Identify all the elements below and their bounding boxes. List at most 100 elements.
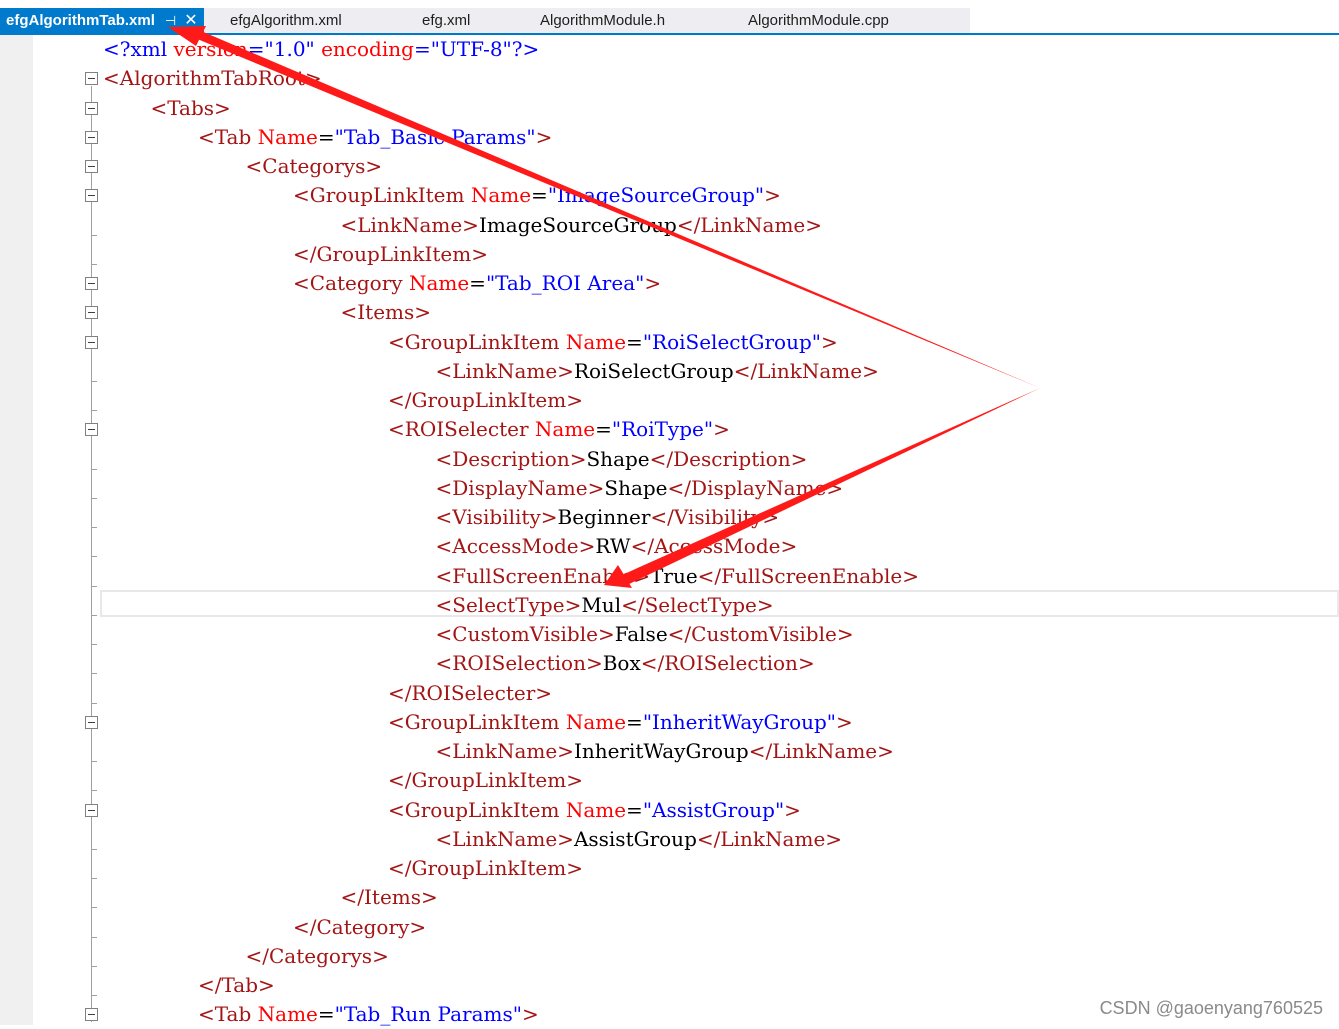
code-line[interactable]: <LinkName>ImageSourceGroup</LinkName> [341, 211, 823, 240]
tab-label: AlgorithmModule.h [540, 12, 666, 29]
outline-tick [91, 848, 97, 850]
code-line[interactable]: <?xml version="1.0" encoding="UTF-8"?> [103, 35, 539, 64]
code-line[interactable]: <AlgorithmTabRoot> [103, 64, 322, 93]
code-line[interactable]: <LinkName>InheritWayGroup</LinkName> [436, 737, 894, 766]
collapse-icon[interactable] [85, 277, 98, 290]
collapse-icon[interactable] [85, 160, 98, 173]
code-line[interactable]: <SelectType>Mul</SelectType> [436, 591, 774, 620]
code-line[interactable]: <Description>Shape</Description> [436, 445, 808, 474]
xml-bracket: </ [697, 563, 722, 588]
xml-editor[interactable]: <?xml version="1.0" encoding="UTF-8"?> <A… [33, 35, 1339, 1027]
code-line[interactable]: </Categorys> [246, 942, 389, 971]
tab-efgalgorithmtab-xml[interactable]: efgAlgorithmTab.xml ⊣ ✕ [0, 8, 204, 33]
xml-bracket: < [435, 475, 453, 500]
code-line[interactable]: <FullScreenEnable>True</FullScreenEnable… [436, 562, 919, 591]
xml-bracket: </ [388, 388, 412, 412]
xml-bracket: </ [667, 622, 692, 646]
code-line[interactable]: <AccessMode>RW</AccessMode> [436, 532, 798, 561]
collapse-icon[interactable] [85, 306, 98, 320]
collapse-icon[interactable] [85, 423, 98, 437]
code-line[interactable]: <Items> [341, 298, 432, 327]
xml-bracket: </ [388, 680, 412, 705]
code-line[interactable]: <Tab Name="Tab_Basic Params"> [198, 123, 552, 152]
code-line[interactable]: </GroupLinkItem> [388, 386, 583, 415]
xml-tag-name: GroupLinkItem [316, 241, 472, 266]
xml-bracket: > [578, 534, 596, 559]
xml-bracket: > [304, 66, 322, 91]
close-icon[interactable]: ✕ [184, 8, 197, 33]
xml-tag-name: Categorys [262, 154, 366, 178]
collapse-icon[interactable] [85, 130, 98, 144]
xml-attribute: encoding [321, 37, 414, 61]
xml-tag-name: LinkName [700, 212, 806, 237]
xml-text: Shape [586, 446, 650, 471]
collapse-icon[interactable] [85, 189, 98, 203]
outline-tick [91, 380, 97, 382]
code-line[interactable]: <Tabs> [151, 94, 231, 123]
code-line[interactable]: </Category> [293, 913, 426, 942]
code-line[interactable]: <CustomVisible>False</CustomVisible> [436, 620, 854, 649]
code-line[interactable]: <DisplayName>Shape</DisplayName> [436, 474, 844, 503]
code-line[interactable]: </ROISelecter> [388, 679, 552, 708]
tab-algorithmmodule-h[interactable]: AlgorithmModule.h [540, 8, 665, 33]
code-line[interactable]: <LinkName>RoiSelectGroup</LinkName> [436, 357, 879, 386]
xml-bracket: < [435, 651, 453, 676]
xml-equals: = [595, 417, 612, 442]
xml-bracket: </ [630, 534, 655, 559]
xml-bracket: </ [640, 651, 665, 676]
code-line[interactable]: <GroupLinkItem Name="RoiSelectGroup"> [388, 328, 838, 357]
code-line[interactable]: </GroupLinkItem> [293, 240, 488, 269]
xml-text: Mul [581, 592, 622, 617]
code-line[interactable]: <GroupLinkItem Name="AssistGroup"> [388, 796, 801, 825]
xml-tag-name: LinkName [720, 826, 826, 851]
code-line[interactable]: <ROISelecter Name="RoiType"> [388, 415, 730, 444]
code-line[interactable]: <Categorys> [246, 152, 383, 181]
xml-bracket: </ [621, 592, 645, 617]
xml-tag-name: Tab [214, 1002, 252, 1027]
xml-bracket: > [421, 885, 438, 910]
outline-tick [91, 907, 97, 909]
collapse-icon[interactable] [85, 803, 98, 817]
xml-tag-name: Items [364, 885, 422, 910]
xml-bracket: </ [649, 446, 674, 471]
xml-tag-name: DisplayName [691, 475, 827, 500]
xml-tag-name: ROISelection [452, 651, 586, 676]
code-line[interactable]: <Category Name="Tab_ROI Area"> [293, 269, 661, 298]
collapse-icon[interactable] [85, 1008, 98, 1022]
code-line[interactable]: </Tab> [198, 971, 275, 1000]
xml-attribute: Name [408, 271, 470, 295]
xml-bracket: > [762, 505, 780, 529]
editor-margin [0, 35, 33, 1025]
collapse-icon[interactable] [85, 101, 98, 115]
code-line[interactable]: </GroupLinkItem> [388, 766, 583, 795]
xml-bracket: > [587, 475, 605, 500]
xml-bracket: < [388, 417, 405, 442]
code-line[interactable]: <GroupLinkItem Name="ImageSourceGroup"> [293, 181, 781, 210]
code-line[interactable]: </Items> [341, 883, 438, 912]
xml-tag-name: ROISelecter [411, 680, 536, 705]
code-line[interactable]: <Visibility>Beginner</Visibility> [436, 503, 780, 532]
tab-efg-xml[interactable]: efg.xml [422, 8, 470, 33]
code-line[interactable]: <GroupLinkItem Name="InheritWayGroup"> [388, 708, 853, 737]
xml-tag-name: Tab [214, 124, 252, 149]
xml-bracket: > [826, 475, 844, 500]
outline-tick [91, 614, 97, 616]
collapse-icon[interactable] [85, 335, 98, 349]
code-line[interactable]: <ROISelection>Box</ROISelection> [436, 649, 815, 678]
tab-algorithmmodule-cpp[interactable]: AlgorithmModule.cpp [748, 8, 889, 33]
xml-attr-value: "Tab_Basic Params" [334, 124, 536, 149]
collapse-icon[interactable] [85, 715, 98, 729]
tab-efgalgorithm-xml[interactable]: efgAlgorithm.xml [230, 8, 342, 33]
xml-bracket: > [566, 388, 583, 412]
code-line[interactable]: <LinkName>AssistGroup</LinkName> [436, 825, 843, 854]
xml-bracket: > [585, 651, 603, 676]
xml-attribute: Name [565, 797, 627, 822]
xml-bracket: > [902, 563, 919, 588]
pin-icon[interactable]: ⊣ [165, 8, 176, 33]
xml-bracket: < [435, 563, 453, 588]
xml-bracket: </ [340, 885, 365, 910]
xml-bracket: > [877, 739, 894, 763]
collapse-icon[interactable] [85, 72, 98, 86]
code-line[interactable]: </GroupLinkItem> [388, 854, 583, 883]
xml-tag-name: LinkName [757, 358, 863, 383]
